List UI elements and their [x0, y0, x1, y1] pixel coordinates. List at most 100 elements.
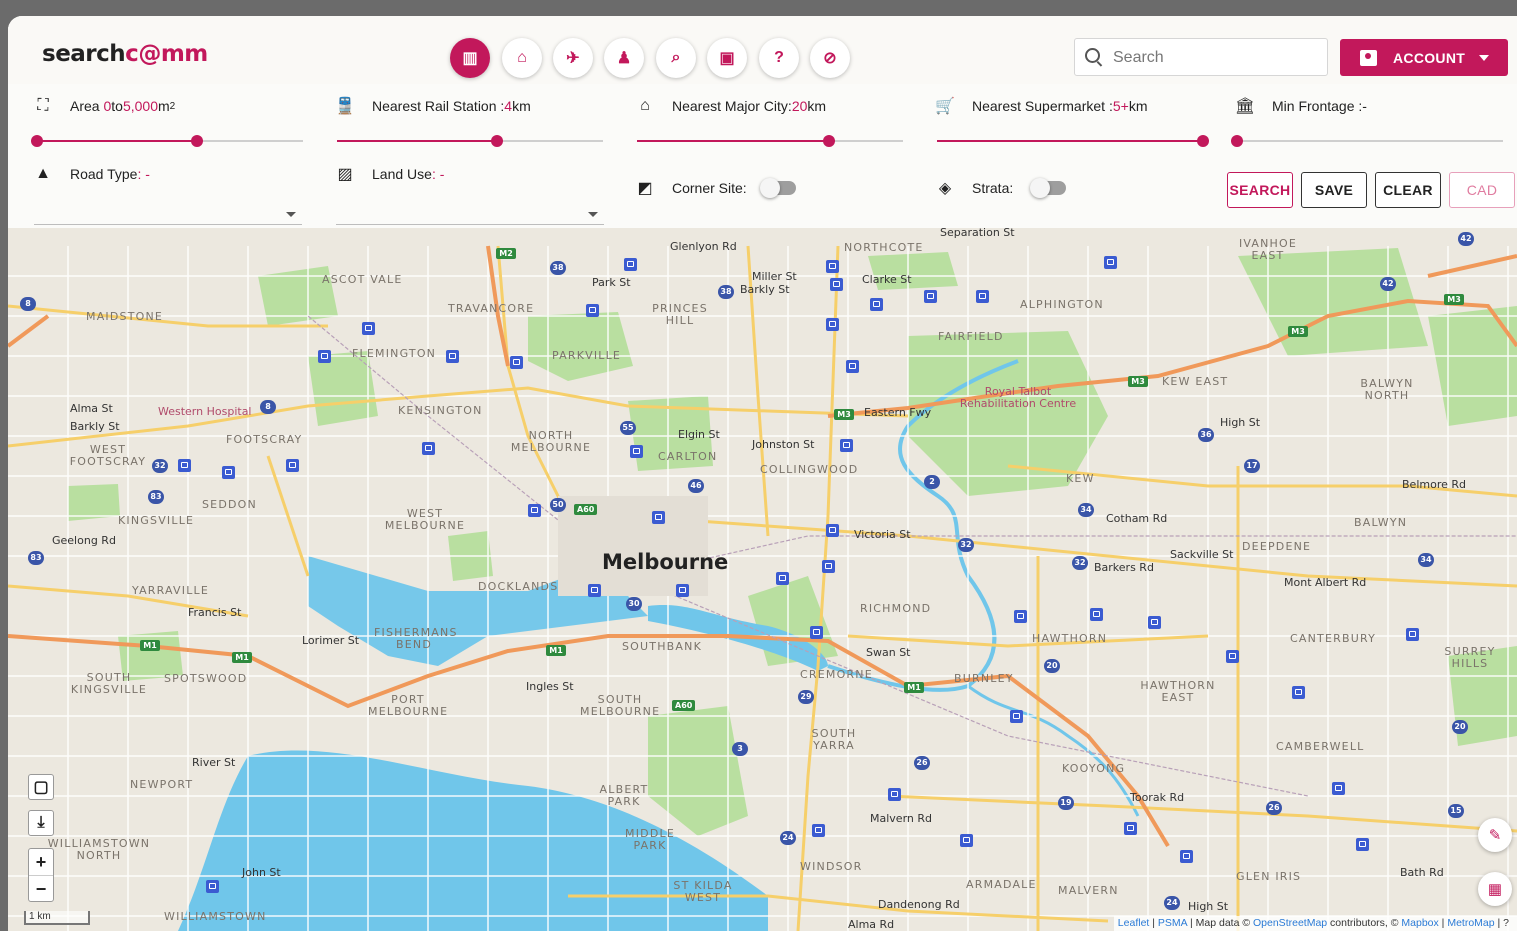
tram-stop-icon[interactable]	[870, 298, 883, 311]
land-use-select[interactable]	[336, 212, 604, 225]
metromap-link[interactable]: MetroMap	[1447, 917, 1494, 929]
category-button[interactable]: ⌂	[502, 38, 542, 78]
tram-stop-icon[interactable]	[822, 560, 835, 573]
tram-stop-icon[interactable]	[1180, 850, 1193, 863]
route-shield: 32	[958, 538, 974, 552]
tram-stop-icon[interactable]	[1406, 628, 1419, 641]
street-label: Francis St	[188, 606, 242, 619]
route-shield: 24	[1164, 896, 1180, 910]
download-button[interactable]: ⤓	[28, 810, 54, 836]
tram-stop-icon[interactable]	[206, 880, 219, 893]
tram-stop-icon[interactable]	[826, 318, 839, 331]
logo-text: c	[125, 41, 139, 67]
category-button[interactable]: ⌕	[656, 38, 696, 78]
category-button[interactable]: ✈	[553, 38, 593, 78]
leaflet-link[interactable]: Leaflet	[1118, 917, 1150, 929]
tram-stop-icon[interactable]	[178, 459, 191, 472]
tram-stop-icon[interactable]	[1104, 256, 1117, 269]
tram-stop-icon[interactable]	[1356, 838, 1369, 851]
area-slider-min-handle[interactable]	[31, 135, 43, 147]
land-use-filter[interactable]: ▨ Land Use : -	[334, 164, 444, 184]
tram-stop-icon[interactable]	[1148, 616, 1161, 629]
tram-stop-icon[interactable]	[422, 442, 435, 455]
tram-stop-icon[interactable]	[888, 788, 901, 801]
strata-label: Strata:	[972, 180, 1014, 196]
rail-slider[interactable]	[337, 135, 603, 147]
tram-stop-icon[interactable]	[776, 572, 789, 585]
mapbox-link[interactable]: Mapbox	[1401, 917, 1438, 929]
zoom-in-button[interactable]: +	[29, 849, 53, 875]
category-button[interactable]: ▣	[707, 38, 747, 78]
corner-site-toggle[interactable]	[760, 178, 796, 198]
city-slider[interactable]	[637, 135, 903, 147]
tram-stop-icon[interactable]	[1124, 822, 1137, 835]
fullscreen-button[interactable]: ▢	[28, 774, 54, 800]
strata-toggle[interactable]	[1030, 178, 1066, 198]
frontage-slider-handle[interactable]	[1231, 135, 1243, 147]
tram-stop-icon[interactable]	[676, 584, 689, 597]
search-input[interactable]	[1111, 39, 1315, 77]
road-type-filter[interactable]: ▲ Road Type : -	[32, 164, 150, 184]
psma-link[interactable]: PSMA	[1158, 917, 1187, 929]
zoom-out-button[interactable]: −	[29, 875, 53, 902]
search-box[interactable]	[1074, 38, 1328, 77]
account-button[interactable]: ACCOUNT	[1340, 39, 1508, 76]
tram-stop-icon[interactable]	[812, 824, 825, 837]
city-slider-handle[interactable]	[822, 135, 835, 147]
category-button[interactable]: ▥	[450, 38, 490, 78]
tram-stop-icon[interactable]	[1090, 608, 1103, 621]
category-button[interactable]: ?	[759, 38, 799, 78]
tram-stop-icon[interactable]	[810, 626, 823, 639]
tram-stop-icon[interactable]	[362, 322, 375, 335]
tram-stop-icon[interactable]	[1226, 650, 1239, 663]
cad-button[interactable]: CAD	[1449, 172, 1515, 208]
category-button[interactable]: ♟	[604, 38, 644, 78]
route-shield: 8	[20, 297, 36, 311]
tram-stop-icon[interactable]	[826, 524, 839, 537]
tram-stop-icon[interactable]	[588, 584, 601, 597]
save-button[interactable]: SAVE	[1301, 172, 1367, 208]
tram-stop-icon[interactable]	[826, 260, 839, 273]
tram-stop-icon[interactable]	[528, 504, 541, 517]
search-button[interactable]: SEARCH	[1227, 172, 1293, 208]
rail-slider-handle[interactable]	[490, 135, 503, 147]
area-slider[interactable]	[31, 135, 303, 147]
area-slider-max-handle[interactable]	[190, 135, 203, 147]
poi-label: Western Hospital	[158, 405, 252, 418]
category-button[interactable]: ⊘	[810, 38, 850, 78]
tram-stop-icon[interactable]	[286, 459, 299, 472]
tram-stop-icon[interactable]	[586, 304, 599, 317]
rail-unit: km	[512, 98, 531, 114]
draw-button[interactable]: ✎	[1478, 818, 1512, 852]
tram-stop-icon[interactable]	[840, 439, 853, 452]
supermarket-slider-handle[interactable]	[1197, 135, 1209, 147]
tram-stop-icon[interactable]	[510, 356, 523, 369]
tram-stop-icon[interactable]	[960, 834, 973, 847]
suburb-label: CAMBERWELL	[1276, 740, 1365, 753]
tram-stop-icon[interactable]	[624, 258, 637, 271]
image-icon: ▨	[337, 166, 353, 183]
tram-stop-icon[interactable]	[830, 278, 843, 291]
supermarket-slider[interactable]	[937, 135, 1209, 147]
tram-stop-icon[interactable]	[318, 350, 331, 363]
tram-stop-icon[interactable]	[846, 360, 859, 373]
suburb-label: PARKVILLE	[552, 349, 622, 362]
road-type-select[interactable]	[34, 212, 302, 225]
tram-stop-icon[interactable]	[630, 445, 643, 458]
osm-link[interactable]: OpenStreetMap	[1253, 917, 1327, 929]
tram-stop-icon[interactable]	[652, 511, 665, 524]
tram-stop-icon[interactable]	[1014, 610, 1027, 623]
tram-stop-icon[interactable]	[1332, 782, 1345, 795]
tram-stop-icon[interactable]	[976, 290, 989, 303]
rail-slider-fill	[337, 140, 497, 142]
tram-stop-icon[interactable]	[924, 290, 937, 303]
layers-button[interactable]: ▦	[1478, 872, 1512, 906]
frontage-slider[interactable]	[1231, 135, 1503, 147]
clear-button[interactable]: CLEAR	[1375, 172, 1441, 208]
tram-stop-icon[interactable]	[1292, 686, 1305, 699]
tram-stop-icon[interactable]	[1010, 710, 1023, 723]
tram-stop-icon[interactable]	[222, 466, 235, 479]
suburb-label: KOOYONG	[1062, 762, 1126, 775]
logo[interactable]: searchc@mm	[42, 41, 208, 67]
tram-stop-icon[interactable]	[446, 350, 459, 363]
